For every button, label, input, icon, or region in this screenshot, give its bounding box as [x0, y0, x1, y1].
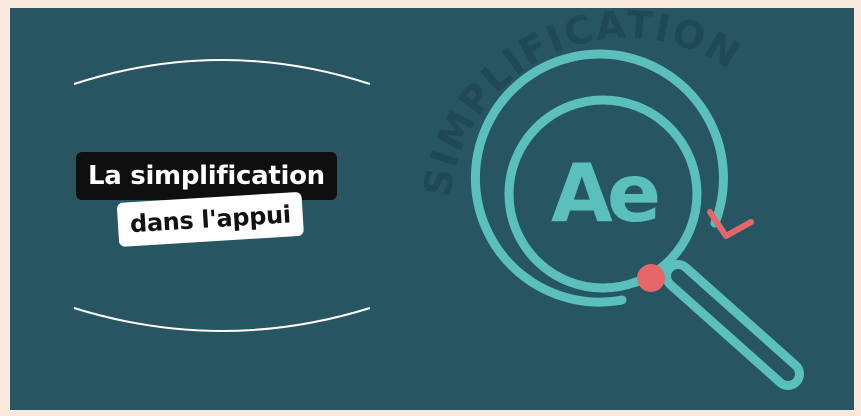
- simplification-logo: SIMPLIFICATION Ae: [415, 8, 804, 390]
- accent-dot: [637, 264, 665, 292]
- video-thumbnail: La simplification dans l'appui SIMPLIFIC…: [10, 8, 854, 410]
- logo-monogram: Ae: [551, 147, 658, 240]
